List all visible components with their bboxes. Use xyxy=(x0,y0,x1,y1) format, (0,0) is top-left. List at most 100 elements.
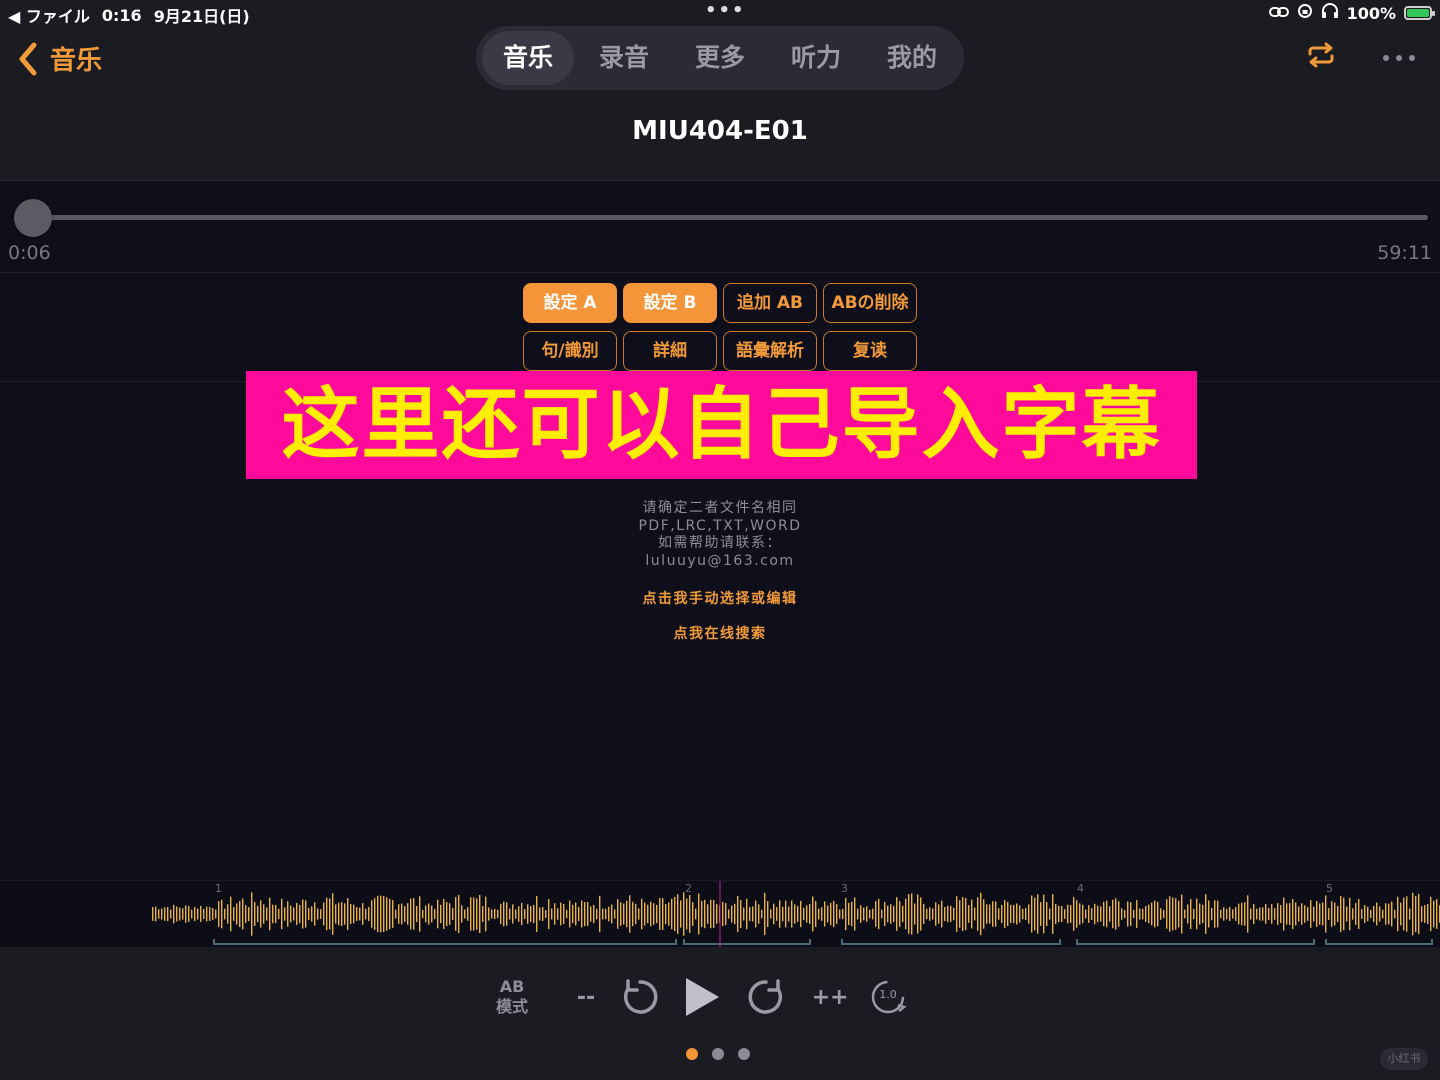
waveform-bar xyxy=(521,902,523,926)
segment-bracket[interactable] xyxy=(213,939,677,945)
waveform-bar xyxy=(1082,904,1084,924)
info-line: 请确定二者文件名相同 xyxy=(642,500,798,516)
waveform-bar xyxy=(152,907,154,921)
waveform-bar xyxy=(1160,908,1162,920)
waveform-bar xyxy=(545,909,547,919)
waveform-bar xyxy=(374,898,376,930)
segment-bracket[interactable] xyxy=(1325,939,1433,945)
waveform-bar xyxy=(1088,905,1090,923)
waveform-bar xyxy=(1139,908,1141,920)
waveform-bar xyxy=(305,900,307,928)
back-app-link[interactable]: ◀ ファイル xyxy=(8,3,90,27)
track-title: MIU404-E01 xyxy=(632,116,808,146)
waveform-bar xyxy=(860,905,862,923)
waveform-bar xyxy=(683,892,685,936)
waveform-bar xyxy=(767,901,769,927)
waveform-bar xyxy=(185,905,187,923)
play-icon[interactable] xyxy=(682,975,722,1019)
speed-down-button[interactable]: -- xyxy=(564,985,608,1010)
waveform-bar xyxy=(1196,898,1198,930)
waveform-bar xyxy=(680,900,682,928)
rewind-icon[interactable] xyxy=(618,975,662,1019)
waveform-bar xyxy=(404,906,406,922)
tab-mine[interactable]: 我的 xyxy=(866,31,958,85)
waveform-bar xyxy=(356,907,358,921)
page-dot[interactable] xyxy=(738,1048,750,1060)
battery-percent: 100% xyxy=(1346,3,1396,23)
waveform-bar xyxy=(551,908,553,920)
speed-up-button[interactable]: ++ xyxy=(808,985,852,1010)
waveform-bar xyxy=(1340,896,1342,932)
waveform-bar xyxy=(782,906,784,922)
waveform-bar xyxy=(896,897,898,931)
waveform-bar xyxy=(1259,907,1261,921)
repeat-read-button[interactable]: 复读 xyxy=(823,331,917,371)
waveform-bar xyxy=(1244,902,1246,926)
playback-speed-button[interactable]: 1.0 xyxy=(868,977,908,1017)
segment-bracket[interactable] xyxy=(1076,939,1315,945)
waveform-bar xyxy=(1256,908,1258,920)
waveform-bar xyxy=(848,902,850,926)
fast-forward-icon[interactable] xyxy=(744,975,788,1019)
progress-thumb[interactable] xyxy=(14,199,53,237)
page-dot[interactable] xyxy=(712,1048,724,1060)
waveform-bar xyxy=(332,893,334,935)
waveform-bar xyxy=(932,908,934,920)
waveform-bar xyxy=(980,892,982,936)
waveform-bar xyxy=(530,906,532,922)
waveform-bar xyxy=(209,907,211,921)
waveform-bar xyxy=(1211,907,1213,921)
repeat-icon[interactable] xyxy=(1306,42,1336,72)
waveform-bar xyxy=(785,900,787,928)
waveform-bar xyxy=(464,909,466,919)
waveform-bar xyxy=(689,895,691,933)
speed-label: 1.0 xyxy=(879,988,897,1001)
more-options-icon[interactable] xyxy=(1382,48,1416,67)
waveform-bar xyxy=(812,896,814,932)
set-b-button[interactable]: 設定 B xyxy=(623,283,717,323)
waveform-bar xyxy=(1043,894,1045,934)
set-a-button[interactable]: 設定 A xyxy=(523,283,617,323)
delete-ab-button[interactable]: ABの削除 xyxy=(823,283,917,323)
tab-more[interactable]: 更多 xyxy=(674,31,766,85)
waveform-bar xyxy=(647,904,649,924)
waveform-bar xyxy=(1277,903,1279,925)
add-ab-button[interactable]: 追加 AB xyxy=(723,283,817,323)
waveform-bar xyxy=(971,899,973,929)
vocabulary-analysis-button[interactable]: 語彙解析 xyxy=(723,331,817,371)
sentence-recognition-button[interactable]: 句/識別 xyxy=(523,331,617,371)
waveform-bar xyxy=(1034,897,1036,931)
waveform-bar xyxy=(440,904,442,924)
waveform-bar xyxy=(704,899,706,929)
waveform-bar xyxy=(620,902,622,926)
waveform-bar xyxy=(821,907,823,921)
waveform-bar xyxy=(974,907,976,921)
waveform-bar xyxy=(1337,905,1339,923)
online-search-link[interactable]: 点我在线搜索 xyxy=(0,623,1440,643)
manual-select-link[interactable]: 点击我手动选择或编辑 xyxy=(0,588,1440,608)
waveform[interactable]: 1 2 3 4 5 xyxy=(0,881,1440,947)
progress-track[interactable] xyxy=(14,215,1428,220)
waveform-bar xyxy=(485,896,487,932)
waveform-bar xyxy=(203,909,205,919)
waveform-bar xyxy=(596,908,598,920)
back-button[interactable]: 音乐 xyxy=(14,40,102,77)
waveform-bar xyxy=(1433,900,1435,928)
waveform-bar xyxy=(1136,900,1138,928)
ab-mode-button[interactable]: AB 模式 xyxy=(490,977,534,1017)
segment-bracket[interactable] xyxy=(683,939,811,945)
multitasking-dots-icon[interactable]: ••• xyxy=(705,0,746,21)
waveform-bar xyxy=(752,906,754,922)
page-dot[interactable] xyxy=(686,1048,698,1060)
waveform-bar xyxy=(500,903,502,925)
waveform-bar xyxy=(1214,900,1216,928)
segment-bracket[interactable] xyxy=(841,939,1061,945)
details-button[interactable]: 詳細 xyxy=(623,331,717,371)
waveform-panel[interactable]: 1 2 3 4 5 xyxy=(0,880,1440,948)
tab-music[interactable]: 音乐 xyxy=(482,31,574,85)
tab-listening[interactable]: 听力 xyxy=(770,31,862,85)
waveform-bar xyxy=(824,901,826,927)
waveform-bar xyxy=(1019,905,1021,923)
waveform-bar xyxy=(884,901,886,927)
tab-recording[interactable]: 录音 xyxy=(578,31,670,85)
